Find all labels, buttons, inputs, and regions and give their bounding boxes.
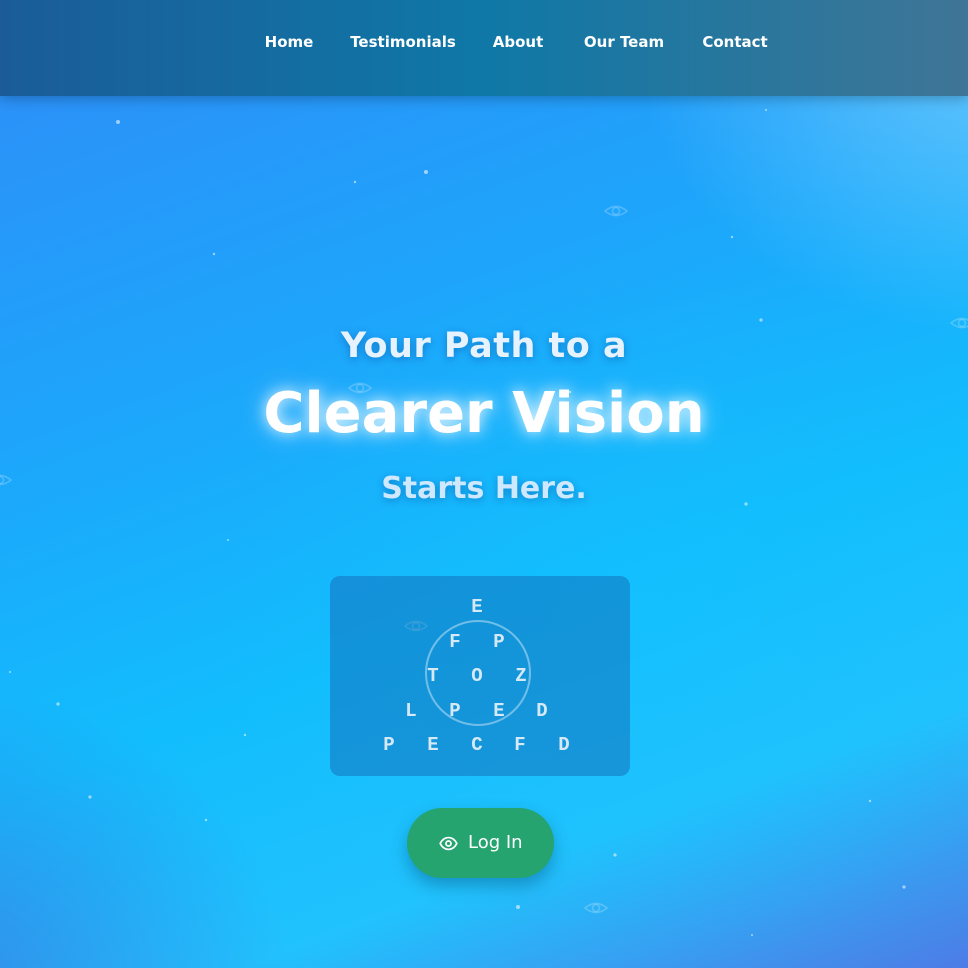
login-button-label: Log In (468, 832, 523, 853)
eye-chart-letter: P (493, 631, 505, 653)
sparkle-dot (243, 733, 247, 737)
eye-chart-letter: P (449, 700, 461, 722)
sparkle-dot (868, 799, 872, 803)
nav-link-contact[interactable]: Contact (702, 31, 767, 53)
sparkle-dot (212, 252, 216, 256)
sparkle-dot (353, 180, 357, 184)
sparkle-dot (227, 539, 229, 541)
sparkle-dot (88, 795, 92, 799)
eye-chart-letter: O (471, 665, 483, 687)
eye-chart-letter: D (536, 700, 548, 722)
sparkle-dot (730, 235, 734, 239)
eye-icon (439, 836, 458, 851)
eye-chart-letter: P (383, 734, 395, 756)
eye-chart-letter: E (471, 596, 483, 618)
faint-eye-icon (603, 205, 629, 217)
hero-heading-line-2: Clearer Vision (263, 381, 705, 446)
sparkle-dot (751, 934, 753, 936)
eye-chart-letter: F (449, 631, 461, 653)
nav-link-home[interactable]: Home (265, 31, 314, 53)
eye-chart: E F P T O Z L P E D P E C F D (330, 576, 630, 776)
hero-heading-line-3: Starts Here. (381, 471, 587, 506)
nav-link-about[interactable]: About (493, 31, 544, 53)
sparkle-dot (424, 170, 428, 174)
faint-eye-icon (583, 902, 609, 914)
eye-chart-letter: C (471, 734, 483, 756)
eye-chart-letter: D (558, 734, 570, 756)
eye-chart-letter: T (427, 665, 439, 687)
sparkle-dot (759, 318, 763, 322)
top-navigation: Home Testimonials About Our Team Contact (0, 0, 968, 96)
hero-heading-line-1: Your Path to a (340, 326, 628, 366)
eye-chart-letter: E (427, 734, 439, 756)
nav-link-our-team[interactable]: Our Team (584, 31, 664, 53)
sparkle-dot (516, 905, 520, 909)
sparkle-dot (613, 853, 617, 857)
eye-chart-letter: L (405, 700, 417, 722)
nav-link-testimonials[interactable]: Testimonials (350, 31, 456, 53)
login-button[interactable]: Log In (407, 808, 554, 878)
sparkle-dot (902, 885, 906, 889)
sparkle-dot (9, 671, 11, 673)
eye-chart-letter: Z (515, 665, 527, 687)
sparkle-dot (765, 109, 767, 111)
sparkle-dot (116, 120, 120, 124)
sparkle-dot (204, 818, 208, 822)
sparkle-dot (56, 702, 60, 706)
eye-chart-letter: E (493, 700, 505, 722)
eye-chart-letter: F (514, 734, 526, 756)
